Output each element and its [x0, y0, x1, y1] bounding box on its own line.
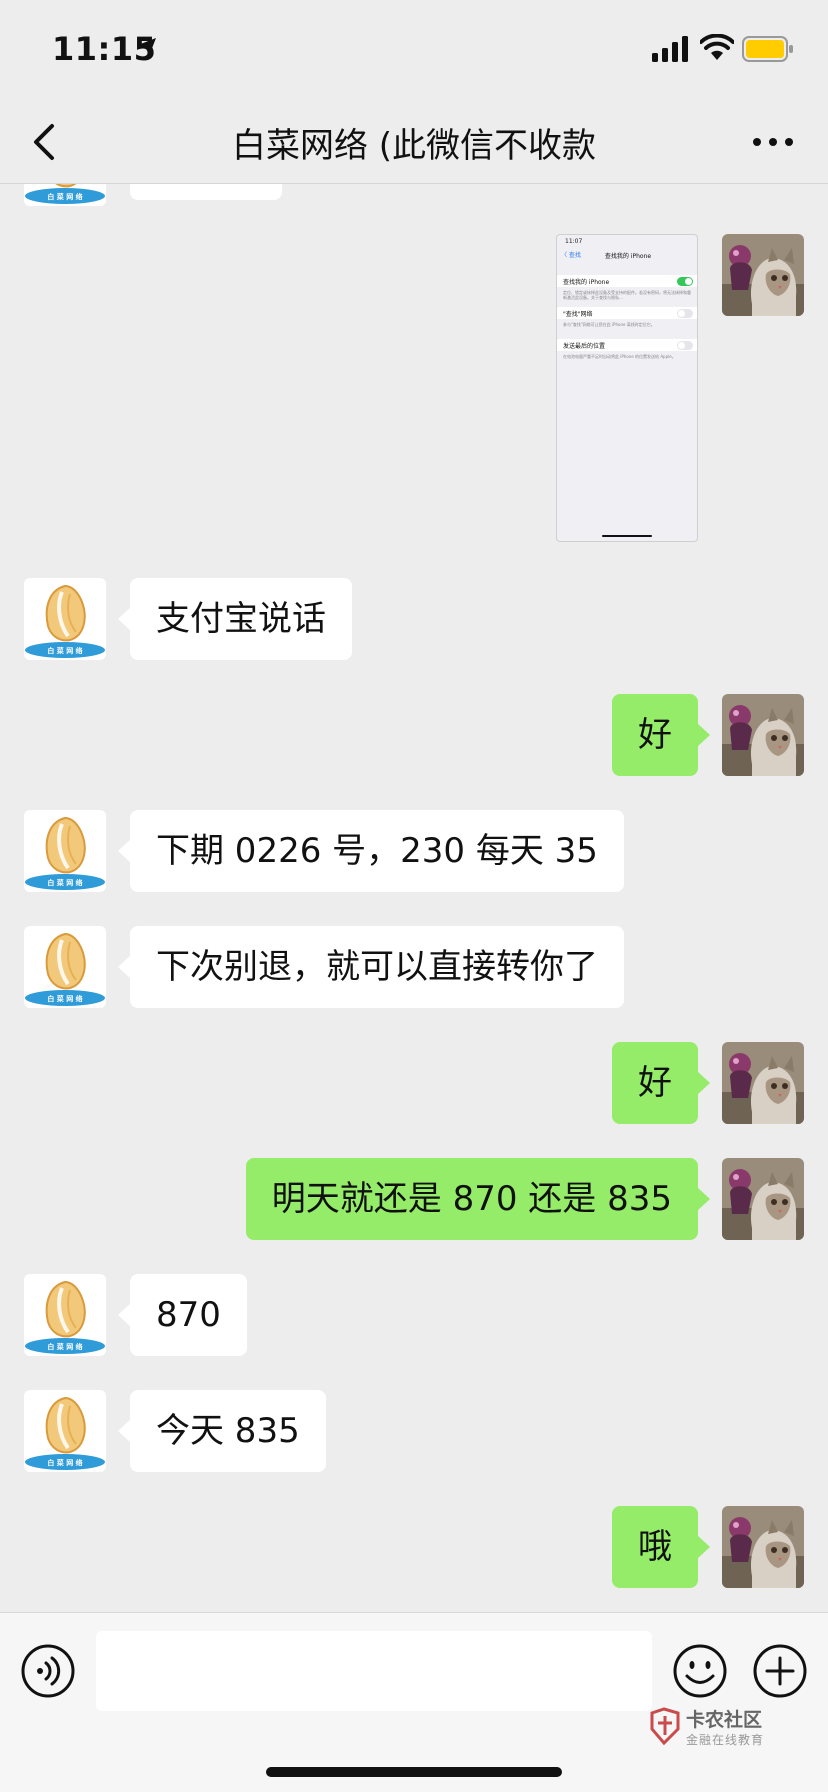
- thumb-row-note: 参与"查找"网络可让您在此 iPhone 离线时定位它。: [563, 322, 655, 327]
- watermark-logo-icon: [650, 1707, 680, 1746]
- cabbage-logo-icon: 白 菜 网 络: [24, 578, 106, 660]
- thumb-row-label: "查找"网络: [563, 311, 593, 318]
- incoming-message-bubble[interactable]: [130, 184, 282, 200]
- contact-avatar[interactable]: 白 菜 网 络: [24, 184, 106, 206]
- watermark-title: 卡农社区: [686, 1709, 763, 1731]
- cabbage-logo-icon: 白 菜 网 络: [24, 1274, 106, 1356]
- message-input[interactable]: [96, 1631, 652, 1711]
- more-options-button[interactable]: [748, 126, 798, 158]
- svg-text:白 菜 网 络: 白 菜 网 络: [47, 994, 82, 1003]
- thumb-row-note: 在电池电量严重不足时自动将此 iPhone 的位置发送给 Apple。: [563, 354, 676, 359]
- cat-photo-icon: [722, 1042, 804, 1124]
- cabbage-logo-icon: 白 菜 网 络: [24, 184, 106, 206]
- thumb-toggle: [677, 309, 693, 318]
- outgoing-message-bubble[interactable]: 好: [612, 694, 710, 776]
- cat-photo-icon: [722, 1506, 804, 1588]
- cabbage-logo-icon: 白 菜 网 络: [24, 1390, 106, 1472]
- svg-text:白 菜 网 络: 白 菜 网 络: [47, 878, 82, 887]
- more-functions-plus-button[interactable]: [752, 1643, 808, 1699]
- incoming-message-bubble[interactable]: 今天 835: [118, 1390, 326, 1472]
- message-input-bar: 卡农社区 金融在线教育: [0, 1612, 828, 1792]
- incoming-message-bubble[interactable]: 下期 0226 号，230 每天 35: [118, 810, 624, 892]
- outgoing-message-bubble[interactable]: 好: [612, 1042, 710, 1124]
- my-avatar[interactable]: [722, 1042, 804, 1124]
- my-avatar[interactable]: [722, 234, 804, 316]
- thumb-status-time: 11:07: [565, 238, 583, 245]
- cellular-signal-icon: [652, 36, 688, 62]
- incoming-message-bubble[interactable]: 下次别退，就可以直接转你了: [118, 926, 624, 1008]
- status-bar: 11:15: [0, 0, 828, 100]
- contact-avatar[interactable]: 白 菜 网 络: [24, 578, 106, 660]
- battery-icon: [742, 36, 793, 62]
- svg-text:白 菜 网 络: 白 菜 网 络: [47, 192, 82, 201]
- svg-text:白 菜 网 络: 白 菜 网 络: [47, 646, 82, 655]
- cat-photo-icon: [722, 234, 804, 316]
- chat-header: 白菜网络 (此微信不收款: [0, 100, 828, 184]
- thumb-toggle: [677, 277, 693, 286]
- thumb-toggle: [677, 341, 693, 350]
- location-arrow-icon: [138, 38, 156, 56]
- thumb-row-note: 定位、锁定或抹掉此设备及受支持的配件。若没有密码，将无法抹掉和重新激活此设备。关…: [563, 290, 691, 300]
- watermark-subtitle: 金融在线教育: [686, 1733, 765, 1747]
- thumb-row-label: 查找我的 iPhone: [563, 279, 610, 286]
- wifi-icon: [700, 34, 734, 60]
- chat-title: 白菜网络 (此微信不收款: [231, 126, 597, 166]
- voice-input-button[interactable]: [20, 1643, 76, 1699]
- svg-text:白 菜 网 络: 白 菜 网 络: [47, 1342, 82, 1351]
- cat-photo-icon: [722, 694, 804, 776]
- thumb-row: "查找"网络: [557, 307, 697, 319]
- outgoing-message-bubble[interactable]: 明天就还是 870 还是 835: [245, 1158, 711, 1240]
- svg-text:白 菜 网 络: 白 菜 网 络: [47, 1458, 82, 1467]
- my-avatar[interactable]: [722, 1506, 804, 1588]
- chat-message-list[interactable]: 白 菜 网 络 11:07 〈 查找 查找我的 iPhone 查找我的 iPho…: [0, 184, 828, 1612]
- incoming-message-bubble[interactable]: 870: [118, 1274, 247, 1356]
- sent-screenshot-image[interactable]: 11:07 〈 查找 查找我的 iPhone 查找我的 iPhone 定位、锁定…: [556, 234, 698, 542]
- my-avatar[interactable]: [722, 1158, 804, 1240]
- thumb-title: 查找我的 iPhone: [604, 253, 652, 260]
- cabbage-logo-icon: 白 菜 网 络: [24, 926, 106, 1008]
- thumb-home-indicator: [602, 535, 652, 537]
- thumb-row: 查找我的 iPhone: [557, 275, 697, 287]
- outgoing-message-bubble[interactable]: 哦: [612, 1506, 710, 1588]
- my-avatar[interactable]: [722, 694, 804, 776]
- contact-avatar[interactable]: 白 菜 网 络: [24, 1390, 106, 1472]
- incoming-message-bubble[interactable]: 支付宝说话: [118, 578, 352, 660]
- thumb-row-label: 发送最后的位置: [563, 343, 606, 350]
- contact-avatar[interactable]: 白 菜 网 络: [24, 810, 106, 892]
- cabbage-logo-icon: 白 菜 网 络: [24, 810, 106, 892]
- emoji-button[interactable]: [672, 1643, 728, 1699]
- thumb-row: 发送最后的位置: [557, 339, 697, 351]
- contact-avatar[interactable]: 白 菜 网 络: [24, 926, 106, 1008]
- cat-photo-icon: [722, 1158, 804, 1240]
- back-button[interactable]: [26, 118, 66, 166]
- home-indicator: [266, 1767, 562, 1777]
- contact-avatar[interactable]: 白 菜 网 络: [24, 1274, 106, 1356]
- watermark: 卡农社区 金融在线教育: [648, 1705, 778, 1751]
